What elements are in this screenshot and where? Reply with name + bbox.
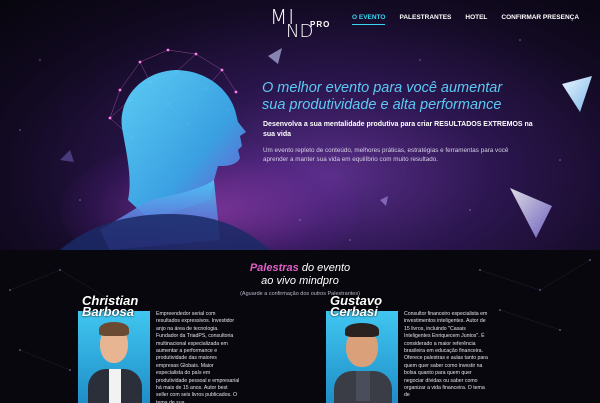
hero-description: Um evento repleto de conteúdo, melhores … [263, 147, 509, 163]
woman-portrait [60, 70, 270, 250]
speakers-heading-line1: Palestras do evento [0, 262, 600, 274]
speakers-heading-rest: do evento [298, 262, 351, 274]
triangle-shape [562, 76, 592, 112]
nav-item-hotel[interactable]: HOTEL [465, 14, 487, 25]
speaker-photo [326, 311, 398, 403]
speaker-name: Christian Barbosa [82, 293, 139, 319]
speakers-heading-line2: ao vivo mindpro [261, 275, 339, 287]
triangle-shape [380, 196, 388, 206]
speaker-bio: Empreendedor serial com resultados expre… [156, 311, 240, 403]
top-navigation-bar: MI ND PRO O EVENTO PALESTRANTES HOTEL CO… [0, 0, 600, 45]
speaker-name: Gustavo Cerbasi [330, 293, 383, 319]
triangle-shape [510, 188, 552, 238]
speakers-heading: Palestras do evento ao vivo mindpro (Agu… [0, 262, 600, 297]
hero-title: O melhor evento para você aumentar sua p… [262, 80, 552, 114]
nav-item-palestrantes[interactable]: PALESTRANTES [399, 14, 451, 25]
hero-title-line2: sua produtividade e alta performance [262, 97, 502, 113]
triangle-shape [268, 48, 282, 64]
nav-item-confirmar-presenca[interactable]: CONFIRMAR PRESENÇA [501, 14, 579, 25]
main-nav: O EVENTO PALESTRANTES HOTEL CONFIRMAR PR… [352, 14, 579, 25]
nav-item-o-evento[interactable]: O EVENTO [352, 14, 386, 25]
speaker-bio: Consultor financeiro especialista em inv… [404, 311, 488, 399]
speaker-photo [78, 311, 150, 403]
speakers-section: Palestras do evento ao vivo mindpro (Agu… [0, 250, 600, 403]
logo-pro: PRO [310, 20, 331, 29]
triangle-shape [60, 150, 74, 162]
hero-section: MI ND PRO O EVENTO PALESTRANTES HOTEL CO… [0, 0, 600, 250]
speakers-heading-accent: Palestras [249, 262, 299, 274]
hero-title-line1: O melhor evento para você aumentar [262, 80, 503, 96]
hero-subtitle: Desenvolva a sua mentalidade produtiva p… [263, 121, 533, 138]
mindpro-logo[interactable]: MI ND PRO [270, 5, 342, 42]
